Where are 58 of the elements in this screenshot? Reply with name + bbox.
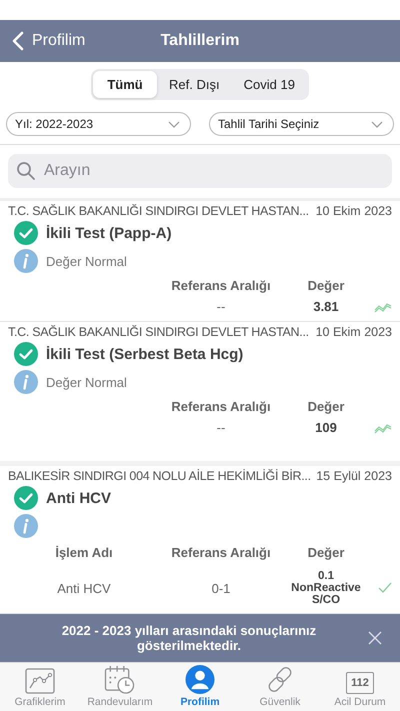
info-icon bbox=[14, 249, 38, 273]
column-header: Değer bbox=[306, 278, 346, 293]
banner-message: 2022 - 2023 yılları arasındaki sonuçlarınız gösterilmektedir. bbox=[60, 623, 318, 653]
tab-bar-item[interactable]: Profilim bbox=[160, 663, 240, 711]
trend-icon[interactable] bbox=[374, 300, 392, 312]
chevron-down-icon bbox=[371, 120, 383, 128]
test-name: İkili Test (Papp-A) bbox=[46, 224, 172, 242]
check-icon bbox=[378, 582, 392, 594]
column-header: Referans Aralığı bbox=[170, 278, 272, 293]
search-icon bbox=[16, 161, 36, 181]
screen-title: Tahlillerim bbox=[160, 32, 240, 50]
result-date: 15 Eylül 2023 bbox=[316, 469, 392, 483]
tab-bar-item[interactable]: Randevularım bbox=[80, 663, 160, 711]
info-icon bbox=[14, 370, 38, 394]
segment-tab[interactable]: Ref. Dışı bbox=[157, 71, 232, 98]
column-header: İşlem Adı bbox=[54, 545, 114, 560]
table-cell-text: 109 bbox=[314, 420, 338, 435]
dropdown[interactable]: Tahlil Tarihi Seçiniz bbox=[209, 112, 394, 136]
search-field[interactable]: Arayın bbox=[8, 154, 392, 188]
result-note: Değer Normal bbox=[46, 374, 127, 390]
close-icon[interactable] bbox=[368, 631, 382, 645]
check-circle-icon bbox=[14, 486, 38, 510]
table-cell-text: -- bbox=[216, 299, 226, 314]
check-circle-icon bbox=[14, 342, 38, 366]
column-header: Değer bbox=[306, 399, 346, 414]
test-name: İkili Test (Serbest Beta Hcg) bbox=[46, 346, 244, 362]
search-input[interactable]: Arayın bbox=[42, 161, 384, 181]
trend-icon[interactable] bbox=[374, 422, 392, 434]
segment-tab[interactable]: Covid 19 bbox=[232, 71, 307, 98]
result-note: Değer Normal bbox=[46, 254, 127, 268]
tab-bar-item[interactable]: Güvenlik bbox=[240, 663, 320, 711]
tab-bar-item[interactable]: 112 Acil Durum bbox=[320, 663, 400, 711]
back-button[interactable]: Profilim bbox=[12, 20, 86, 62]
chart-icon bbox=[25, 668, 55, 694]
table-cell-text: 3.81 bbox=[312, 299, 340, 314]
segment-tab[interactable]: Tümü bbox=[93, 71, 158, 98]
test-name: Anti HCV bbox=[46, 490, 111, 506]
column-header: Değer bbox=[306, 545, 346, 560]
column-header: Referans Aralığı bbox=[170, 545, 272, 560]
check-circle-icon bbox=[14, 221, 38, 245]
chevron-down-icon bbox=[168, 120, 180, 128]
calendar-clock-icon bbox=[104, 665, 136, 694]
institution-name: T.C. SAĞLIK BAKANLIĞI SINDIRGI DEVLET HASTAN... bbox=[8, 325, 309, 339]
result-date: 10 Ekim 2023 bbox=[316, 325, 392, 339]
institution-name: T.C. SAĞLIK BAKANLIĞI SINDIRGI DEVLET HASTAN... bbox=[8, 204, 309, 218]
tab-bar-item[interactable]: Grafiklerim bbox=[0, 663, 80, 711]
info-icon bbox=[14, 514, 38, 538]
table-cell-text: -- bbox=[216, 420, 226, 435]
column-header: Referans Aralığı bbox=[170, 399, 272, 414]
back-icon bbox=[12, 31, 24, 51]
result-date: 10 Ekim 2023 bbox=[316, 204, 392, 218]
table-cell-text: Anti HCV bbox=[56, 580, 112, 596]
institution-name: BALIKESİR SINDIRGI 004 NOLU AİLE HEKİMLİĞİ BİR... bbox=[8, 469, 311, 483]
table-cell-text: 0.1 NonReactive S/CO bbox=[290, 570, 362, 606]
profile-icon bbox=[185, 665, 215, 694]
dropdown[interactable]: Yıl: 2022-2023 bbox=[6, 112, 191, 136]
table-cell-text: 0-1 bbox=[210, 580, 232, 596]
emergency-number-icon: 112 bbox=[346, 672, 374, 694]
